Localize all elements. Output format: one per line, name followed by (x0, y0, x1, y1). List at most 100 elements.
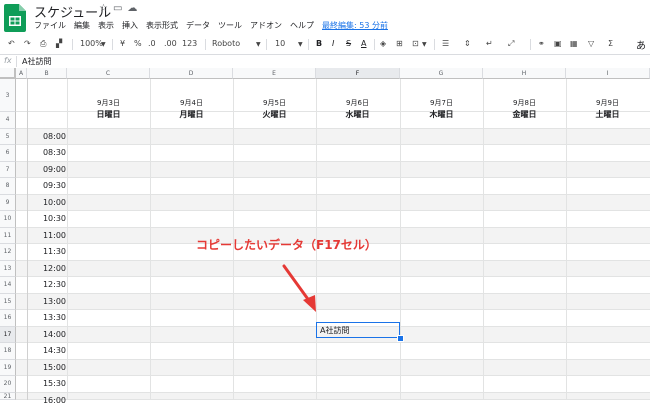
star-icon[interactable]: ☆ (99, 3, 113, 14)
table-row[interactable] (16, 178, 650, 195)
column-gridline (566, 79, 567, 400)
day-name-header: 火曜日 (262, 110, 287, 119)
row-header-17[interactable]: 17 (0, 326, 16, 343)
font-size-select[interactable]: 10 (275, 39, 285, 48)
table-row[interactable] (16, 392, 650, 400)
column-header-b[interactable]: B (27, 68, 67, 79)
cloud-icon[interactable]: ☁ (127, 3, 142, 14)
row-header-12[interactable]: 12 (0, 244, 16, 261)
menu-addons[interactable]: アドオン (250, 21, 282, 30)
row-header-7[interactable]: 7 (0, 161, 16, 178)
toolbar-divider (112, 39, 113, 50)
row-header-11[interactable]: 11 (0, 227, 16, 244)
bold-button[interactable]: B (316, 39, 322, 48)
input-tools-button[interactable]: あ (636, 37, 646, 52)
currency-button[interactable]: ¥ (120, 39, 125, 48)
row-header-19[interactable]: 19 (0, 359, 16, 376)
row-header-13[interactable]: 13 (0, 260, 16, 277)
menu-format[interactable]: 表示形式 (146, 21, 178, 30)
toolbar-divider (308, 39, 309, 50)
merge-cells-icon[interactable]: ⊡ (412, 39, 419, 48)
menu-file[interactable]: ファイル (34, 21, 66, 30)
table-row[interactable] (16, 277, 650, 294)
chevron-down-icon[interactable]: ▼ (256, 41, 261, 48)
select-all-corner[interactable] (0, 68, 16, 79)
table-row[interactable] (16, 343, 650, 360)
column-header-f[interactable]: F (316, 68, 400, 79)
paint-format-icon[interactable]: ▞ (56, 39, 62, 48)
column-header-d[interactable]: D (150, 68, 233, 79)
row-header-10[interactable]: 10 (0, 211, 16, 228)
borders-icon[interactable]: ⊞ (396, 39, 403, 48)
chart-icon[interactable]: ▦ (570, 39, 578, 48)
row-header-20[interactable]: 20 (0, 376, 16, 393)
row-header-14[interactable]: 14 (0, 277, 16, 294)
last-edit-link[interactable]: 最終編集: 53 分前 (322, 21, 388, 30)
row-header-18[interactable]: 18 (0, 343, 16, 360)
row-header-9[interactable]: 9 (0, 194, 16, 211)
table-row[interactable] (16, 359, 650, 376)
row-header-8[interactable]: 8 (0, 178, 16, 195)
table-row[interactable] (16, 128, 650, 145)
italic-button[interactable]: I (332, 39, 334, 48)
menu-edit[interactable]: 編集 (74, 21, 90, 30)
fill-color-icon[interactable]: ◈ (380, 39, 386, 48)
row-header-16[interactable]: 16 (0, 310, 16, 327)
text-rotate-icon[interactable]: ⤢ (508, 39, 514, 49)
vertical-align-icon[interactable]: ⇕ (464, 39, 471, 48)
folder-icon[interactable]: ▭ (113, 3, 127, 14)
decimal-increase-button[interactable]: .00 (164, 39, 177, 48)
row-header-15[interactable]: 15 (0, 293, 16, 310)
table-row[interactable] (16, 376, 650, 393)
table-row[interactable] (16, 211, 650, 228)
day-date-header: 9月9日 (596, 99, 619, 107)
table-row[interactable] (16, 161, 650, 178)
text-wrap-icon[interactable]: ↵ (486, 39, 493, 48)
undo-icon[interactable]: ↶ (8, 39, 15, 48)
column-header-i[interactable]: I (566, 68, 650, 79)
table-row[interactable] (16, 260, 650, 277)
filter-icon[interactable]: ▽ (588, 39, 594, 48)
row-header-6[interactable]: 6 (0, 145, 16, 162)
formula-input[interactable]: A社訪問 (22, 56, 51, 67)
chevron-down-icon[interactable]: ▼ (298, 41, 303, 48)
time-slot-label: 15:00 (42, 362, 66, 372)
text-color-button[interactable]: A (361, 39, 366, 48)
row-header-5[interactable]: 5 (0, 128, 16, 145)
zoom-select[interactable]: 100% (80, 39, 103, 48)
menu-view[interactable]: 表示 (98, 21, 114, 30)
menu-data[interactable]: データ (186, 21, 210, 30)
column-header-a[interactable]: A (16, 68, 27, 79)
font-select[interactable]: Roboto (212, 39, 240, 48)
functions-icon[interactable]: Σ (608, 39, 613, 48)
row-header-4[interactable]: 4 (0, 112, 16, 129)
menu-insert[interactable]: 挿入 (122, 21, 138, 30)
column-header-h[interactable]: H (483, 68, 566, 79)
column-header-e[interactable]: E (233, 68, 316, 79)
day-name-header: 月曜日 (179, 110, 204, 119)
column-header-c[interactable]: C (67, 68, 150, 79)
link-icon[interactable]: ⚭ (538, 39, 545, 48)
menu-tools[interactable]: ツール (218, 21, 242, 30)
menu-help[interactable]: ヘルプ (290, 21, 314, 30)
redo-icon[interactable]: ↷ (24, 39, 31, 48)
chevron-down-icon[interactable]: ▼ (101, 41, 106, 48)
decimal-decrease-button[interactable]: .0 (148, 39, 156, 48)
table-row[interactable] (16, 293, 650, 310)
print-icon[interactable]: ⎙ (40, 39, 46, 49)
comment-icon[interactable]: ▣ (554, 39, 562, 48)
row-header-21[interactable]: 21 (0, 392, 16, 400)
table-row[interactable] (16, 145, 650, 162)
sheets-logo-icon[interactable] (4, 4, 26, 32)
strikethrough-button[interactable]: S (346, 39, 351, 48)
column-gridline (27, 79, 28, 400)
horizontal-align-icon[interactable]: ☰ (442, 39, 449, 48)
column-header-g[interactable]: G (400, 68, 483, 79)
chevron-down-icon[interactable]: ▼ (422, 41, 427, 48)
percent-button[interactable]: % (134, 39, 142, 48)
fx-icon: fx (4, 56, 12, 65)
fill-handle[interactable] (397, 335, 404, 342)
row-header-3[interactable]: 3 (0, 79, 16, 112)
table-row[interactable] (16, 194, 650, 211)
more-formats-button[interactable]: 123 (182, 39, 197, 48)
